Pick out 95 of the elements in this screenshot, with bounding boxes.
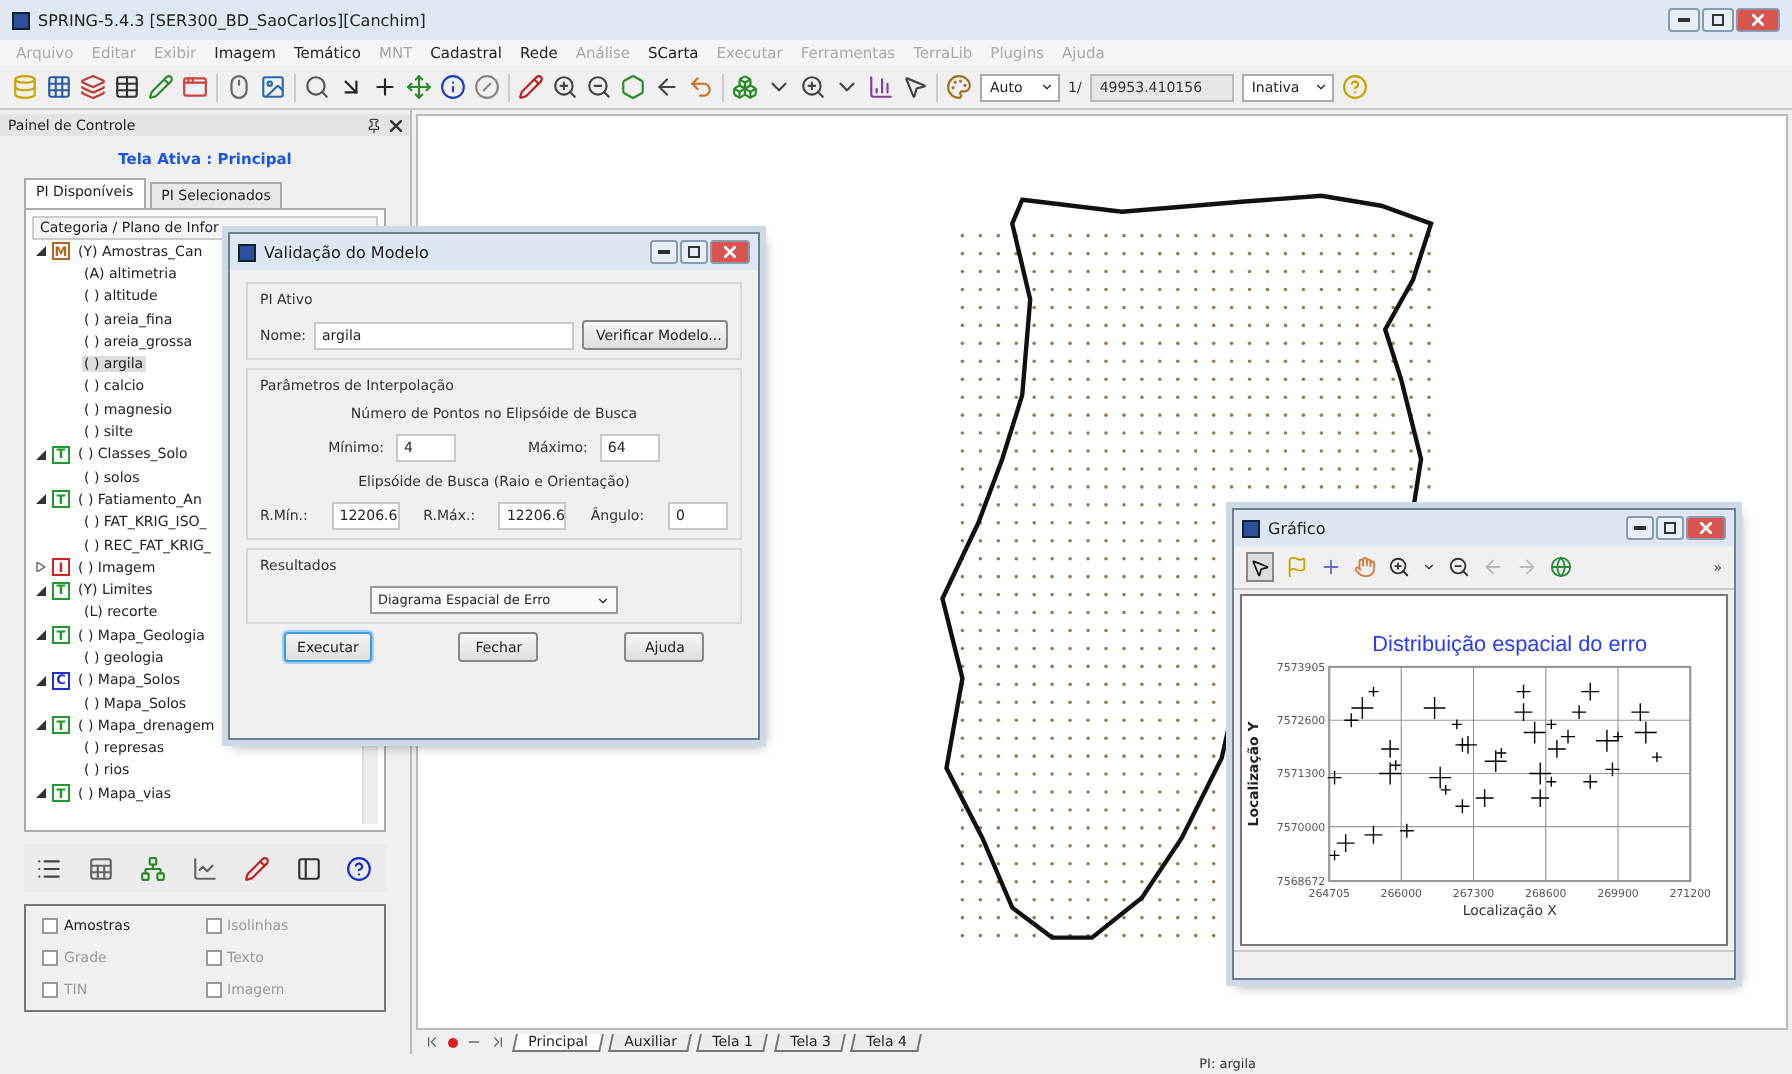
chart-title: Distribuição espacial do erro bbox=[1372, 633, 1648, 657]
close-button[interactable] bbox=[710, 240, 750, 264]
move-icon[interactable] bbox=[406, 74, 432, 100]
minimize-button[interactable] bbox=[1626, 516, 1654, 540]
layers-icon[interactable] bbox=[80, 74, 106, 100]
window-icon[interactable] bbox=[182, 74, 208, 100]
last-icon[interactable] bbox=[490, 1034, 506, 1050]
zoom-in-icon[interactable] bbox=[552, 74, 578, 100]
list-icon[interactable] bbox=[36, 855, 63, 881]
expanded-icon[interactable] bbox=[36, 720, 46, 731]
table-icon[interactable] bbox=[88, 855, 115, 881]
caret-icon bbox=[596, 593, 610, 607]
pencil-icon[interactable] bbox=[518, 74, 544, 100]
close-icon bbox=[1752, 14, 1764, 26]
collapsed-icon[interactable] bbox=[36, 562, 46, 573]
maximize-button[interactable] bbox=[680, 240, 708, 264]
caret-icon bbox=[1040, 80, 1054, 94]
expanded-icon[interactable] bbox=[36, 246, 46, 257]
caret-icon bbox=[1313, 80, 1328, 94]
pencil-icon[interactable] bbox=[148, 74, 174, 100]
zoom-in-icon[interactable] bbox=[1388, 556, 1410, 578]
zoom-icon[interactable] bbox=[800, 74, 826, 100]
plus-icon[interactable] bbox=[372, 74, 398, 100]
maximize-button[interactable] bbox=[1702, 8, 1734, 32]
maximize-button[interactable] bbox=[1656, 516, 1684, 540]
data-point bbox=[1604, 761, 1621, 778]
panel-icon[interactable] bbox=[295, 855, 322, 881]
minimize-button[interactable] bbox=[1668, 8, 1700, 32]
expanded-icon[interactable] bbox=[36, 449, 46, 460]
data-point bbox=[1363, 825, 1384, 845]
app-icon bbox=[238, 243, 256, 261]
maximize-icon bbox=[688, 246, 700, 258]
data-point bbox=[1634, 720, 1658, 745]
close-button[interactable] bbox=[1686, 516, 1726, 540]
boxes-icon[interactable] bbox=[732, 74, 758, 100]
close-icon bbox=[724, 246, 736, 258]
close-icon bbox=[1700, 522, 1712, 534]
data-point bbox=[1582, 774, 1598, 790]
mouse-icon[interactable] bbox=[226, 74, 252, 100]
data-point bbox=[1475, 788, 1495, 808]
minimize-button[interactable] bbox=[650, 240, 678, 264]
data-point bbox=[1326, 769, 1343, 786]
grid-icon[interactable] bbox=[46, 74, 72, 100]
data-point bbox=[1513, 702, 1534, 722]
data-point bbox=[1423, 696, 1447, 720]
minimize-icon bbox=[1634, 526, 1646, 530]
expanded-icon[interactable] bbox=[36, 585, 46, 596]
arrow-left-icon[interactable] bbox=[654, 74, 680, 100]
first-icon[interactable] bbox=[424, 1034, 440, 1050]
zoom-out-icon[interactable] bbox=[1448, 556, 1470, 578]
data-point bbox=[1451, 718, 1463, 731]
app-icon bbox=[12, 11, 30, 29]
chart-icon[interactable] bbox=[868, 74, 894, 100]
caret-icon[interactable] bbox=[1422, 560, 1436, 574]
data-point bbox=[1458, 735, 1478, 755]
globe-icon[interactable] bbox=[1550, 556, 1572, 578]
minimize-icon bbox=[1678, 18, 1690, 22]
checkbox[interactable] bbox=[42, 918, 58, 934]
data-point bbox=[1547, 739, 1567, 759]
help-icon[interactable] bbox=[346, 855, 373, 881]
cursor-icon[interactable] bbox=[902, 74, 928, 100]
data-point bbox=[1630, 702, 1650, 722]
expanded-icon[interactable] bbox=[36, 788, 46, 799]
chart-icon[interactable] bbox=[191, 855, 218, 881]
search-icon[interactable] bbox=[304, 74, 330, 100]
expanded-icon[interactable] bbox=[36, 675, 46, 686]
zoom-out-icon[interactable] bbox=[586, 74, 612, 100]
info-icon[interactable] bbox=[440, 74, 466, 100]
dot-icon[interactable] bbox=[448, 1037, 458, 1047]
app-icon bbox=[1242, 519, 1260, 537]
arrow-icon[interactable] bbox=[338, 74, 364, 100]
pin-icon[interactable] bbox=[366, 117, 382, 133]
undo-icon[interactable] bbox=[688, 74, 714, 100]
maximize-icon bbox=[1664, 522, 1676, 534]
close-icon[interactable] bbox=[390, 119, 402, 131]
expanded-icon[interactable] bbox=[36, 494, 46, 505]
minimize-icon bbox=[658, 250, 670, 254]
close-button[interactable] bbox=[1736, 8, 1780, 32]
image-icon[interactable] bbox=[260, 74, 286, 100]
window-title: Gráfico bbox=[1268, 519, 1328, 537]
data-point bbox=[1399, 823, 1415, 839]
window-title: SPRING-5.4.3 [SER300_BD_SaoCarlos][Canchim] bbox=[38, 11, 428, 29]
pointer-tool[interactable] bbox=[1246, 552, 1274, 582]
hand-icon[interactable] bbox=[1354, 556, 1376, 578]
pencil-icon[interactable] bbox=[243, 855, 270, 881]
table-icon[interactable] bbox=[114, 74, 140, 100]
data-point bbox=[1580, 682, 1600, 702]
circle-icon[interactable] bbox=[474, 74, 500, 100]
dialog-title: Validação do Modelo bbox=[264, 243, 431, 261]
network-icon[interactable] bbox=[140, 855, 167, 881]
expanded-icon[interactable] bbox=[36, 630, 46, 641]
data-point bbox=[1651, 751, 1663, 763]
maximize-icon bbox=[1712, 14, 1724, 26]
palette-icon[interactable] bbox=[946, 74, 972, 100]
polygon-icon[interactable] bbox=[620, 74, 646, 100]
